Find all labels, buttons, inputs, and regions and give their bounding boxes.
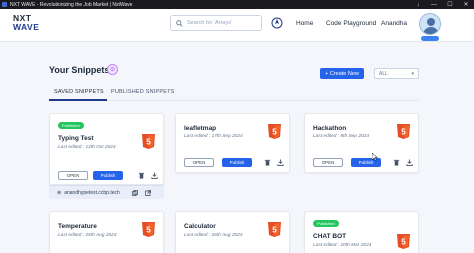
open-button[interactable]: OPEN bbox=[58, 171, 88, 180]
close-button[interactable]: ✕ bbox=[458, 1, 474, 8]
html5-icon: 5 bbox=[268, 222, 281, 237]
nav-home[interactable]: Home bbox=[296, 20, 313, 27]
rocket-icon[interactable] bbox=[271, 17, 283, 29]
last-edited: Last edited : 17th Sep 2024 bbox=[184, 134, 243, 139]
copy-icon[interactable] bbox=[131, 189, 138, 196]
create-new-button[interactable]: + Create New bbox=[320, 68, 364, 79]
snippet-card[interactable]: Temperature Last edited : 26th Aug 2024 … bbox=[49, 211, 164, 253]
snippet-name: Temperature bbox=[58, 223, 97, 230]
trash-icon[interactable] bbox=[138, 172, 145, 179]
snippet-name: Calculator bbox=[184, 223, 216, 230]
svg-text:5: 5 bbox=[272, 128, 277, 137]
svg-text:5: 5 bbox=[146, 138, 151, 147]
filter-value: ALL bbox=[379, 70, 388, 77]
download-icon[interactable] bbox=[406, 159, 413, 166]
snippet-card[interactable]: leafletmap Last edited : 17th Sep 2024 5… bbox=[175, 113, 290, 173]
logo-line-2: WAVE bbox=[13, 22, 40, 32]
snippet-card[interactable]: Published CHAT BOT Last edited : 20th Ma… bbox=[304, 211, 419, 253]
search-icon bbox=[176, 19, 183, 27]
top-header: NXT WAVE Home Code Playground Anandha bbox=[0, 9, 474, 42]
trash-icon[interactable] bbox=[393, 159, 400, 166]
snippet-name: Hackathon bbox=[313, 125, 347, 132]
snippet-card[interactable]: Calculator Last edited : 26th Aug 2024 5 bbox=[175, 211, 290, 253]
publish-button[interactable]: Publish bbox=[222, 158, 252, 167]
trash-icon[interactable] bbox=[264, 159, 271, 166]
html5-icon: 5 bbox=[397, 234, 410, 249]
last-edited: Last edited : 20th Mar 2024 bbox=[313, 243, 372, 248]
snippet-card[interactable]: Hackathon Last edited : 8th Sep 2024 5 O… bbox=[304, 113, 419, 173]
open-button[interactable]: OPEN bbox=[184, 158, 214, 167]
published-link[interactable]: anandhypetest.ccbp.tech bbox=[64, 190, 120, 196]
last-edited: Last edited : 12th Oct 2024 bbox=[58, 145, 116, 150]
globe-icon: ⊕ bbox=[57, 189, 62, 196]
tab-saved-snippets[interactable]: SAVED SNIPPETS bbox=[54, 89, 104, 95]
last-edited: Last edited : 8th Sep 2024 bbox=[313, 134, 370, 139]
tab-published-snippets[interactable]: PUBLISHED SNIPPETS bbox=[111, 89, 175, 95]
search-box[interactable] bbox=[170, 15, 262, 31]
window-titlebar: NXT WAVE - Revolutionizing the Job Marke… bbox=[0, 0, 474, 9]
active-tab-indicator bbox=[49, 99, 107, 101]
page-title: Your Snippets bbox=[49, 65, 110, 75]
download-icon[interactable] bbox=[151, 172, 158, 179]
last-edited: Last edited : 26th Aug 2024 bbox=[58, 233, 117, 238]
svg-text:5: 5 bbox=[401, 128, 406, 137]
nav-code-playground[interactable]: Code Playground bbox=[326, 20, 376, 27]
publish-button[interactable]: Publish bbox=[93, 171, 123, 180]
download-icon[interactable] bbox=[277, 159, 284, 166]
maximize-button[interactable]: ☐ bbox=[442, 1, 458, 8]
svg-text:5: 5 bbox=[146, 226, 151, 235]
snippet-name: CHAT BOT bbox=[313, 233, 347, 240]
published-link-bar[interactable]: ⊕ anandhypetest.ccbp.tech bbox=[49, 185, 164, 199]
html5-icon: 5 bbox=[397, 124, 410, 139]
last-edited: Last edited : 26th Aug 2024 bbox=[184, 233, 243, 238]
snippet-name: Typing Test bbox=[58, 135, 94, 142]
published-badge: Published bbox=[313, 220, 339, 227]
filter-select[interactable]: ALL ▾ bbox=[374, 68, 419, 79]
app-icon bbox=[2, 2, 7, 7]
snippets-info-icon[interactable]: ⊙ bbox=[107, 64, 118, 75]
mouse-cursor bbox=[372, 153, 378, 161]
avatar-badge bbox=[421, 36, 439, 41]
download-icon[interactable]: ↓ bbox=[410, 2, 426, 8]
nxtwave-logo[interactable]: NXT WAVE bbox=[13, 14, 47, 38]
snippet-name: leafletmap bbox=[184, 125, 217, 132]
svg-text:5: 5 bbox=[401, 238, 406, 247]
chevron-down-icon: ▾ bbox=[411, 71, 414, 77]
published-badge: Published bbox=[58, 122, 84, 129]
html5-icon: 5 bbox=[268, 124, 281, 139]
snippet-card[interactable]: Published Typing Test Last edited : 12th… bbox=[49, 113, 164, 185]
window-title: NXT WAVE - Revolutionizing the Job Marke… bbox=[10, 1, 133, 8]
svg-text:5: 5 bbox=[272, 226, 277, 235]
minimize-button[interactable]: — bbox=[426, 2, 442, 8]
avatar[interactable] bbox=[419, 13, 441, 35]
snippet-tabs: SAVED SNIPPETS PUBLISHED SNIPPETS bbox=[49, 86, 419, 101]
nav-user-name[interactable]: Anandha bbox=[381, 20, 407, 27]
html5-icon: 5 bbox=[142, 134, 155, 149]
html5-icon: 5 bbox=[142, 222, 155, 237]
search-input[interactable] bbox=[187, 20, 257, 26]
avatar-body bbox=[423, 27, 439, 34]
avatar-head bbox=[427, 18, 435, 26]
external-link-icon[interactable] bbox=[144, 189, 151, 196]
open-button[interactable]: OPEN bbox=[313, 158, 343, 167]
